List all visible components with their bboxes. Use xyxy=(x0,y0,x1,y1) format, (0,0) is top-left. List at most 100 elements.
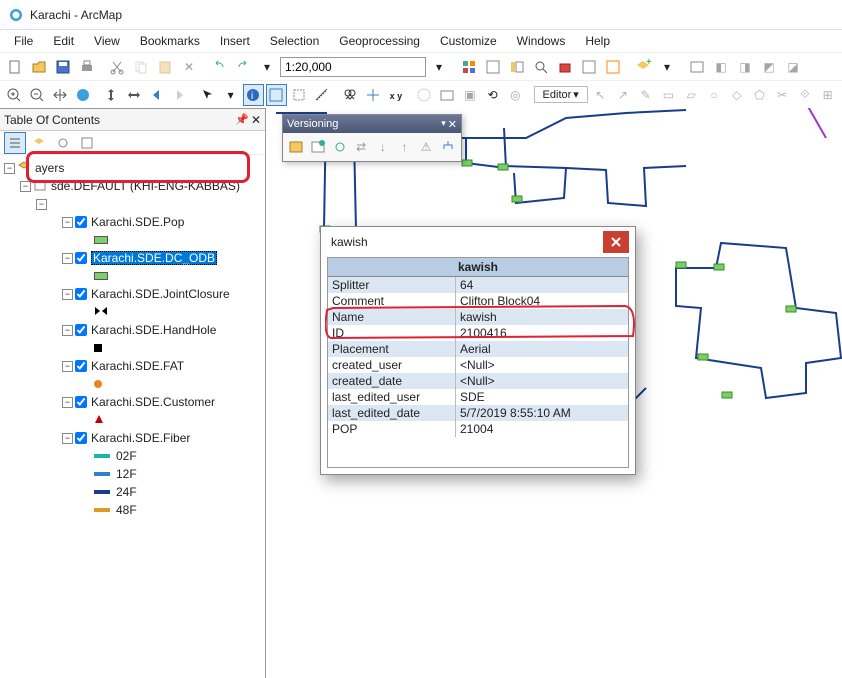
paste-icon[interactable] xyxy=(154,56,176,78)
edit-tool-3-icon[interactable]: ✎ xyxy=(635,84,656,106)
conflict-icon[interactable]: ⚠ xyxy=(417,136,436,158)
collapse-icon[interactable]: − xyxy=(36,199,47,210)
add-data-icon[interactable]: + xyxy=(632,56,654,78)
xy-text-icon[interactable]: x y xyxy=(386,84,407,106)
toolbox-icon[interactable] xyxy=(482,56,504,78)
menu-edit[interactable]: Edit xyxy=(43,32,84,50)
collapse-icon[interactable]: − xyxy=(62,361,73,372)
change-version-icon[interactable]: ⇄ xyxy=(352,136,371,158)
fixed-zoom-in-icon[interactable] xyxy=(101,84,122,106)
toolbar-options-icon[interactable]: ▾ xyxy=(441,118,446,131)
list-by-selection-icon[interactable] xyxy=(76,132,98,154)
catalog-icon[interactable] xyxy=(506,56,528,78)
collapse-icon[interactable]: − xyxy=(20,181,31,192)
python-icon[interactable] xyxy=(578,56,600,78)
edit-tool-2-icon[interactable]: ↗ xyxy=(613,84,634,106)
select-tool-icon[interactable] xyxy=(198,84,219,106)
misc-6-icon[interactable]: ◎ xyxy=(505,84,526,106)
collapse-icon[interactable]: − xyxy=(62,289,73,300)
close-button[interactable] xyxy=(603,231,629,253)
edit-tool-8-icon[interactable]: ⬠ xyxy=(749,84,770,106)
dataframe-label[interactable]: ayers xyxy=(35,161,64,175)
version-tree-icon[interactable] xyxy=(438,136,457,158)
list-by-drawing-icon[interactable] xyxy=(4,132,26,154)
add-data-dd-icon[interactable]: ▾ xyxy=(656,56,678,78)
reconcile-icon[interactable]: ↓ xyxy=(374,136,393,158)
save-icon[interactable] xyxy=(52,56,74,78)
pin-icon[interactable]: 📌 xyxy=(235,113,249,127)
layer-visibility-checkbox[interactable] xyxy=(75,360,87,372)
pan-icon[interactable] xyxy=(50,84,71,106)
layer-visibility-checkbox[interactable] xyxy=(75,216,87,228)
misc-4-icon[interactable]: ◪ xyxy=(782,56,804,78)
open-icon[interactable] xyxy=(28,56,50,78)
layer-label[interactable]: Karachi.SDE.Pop xyxy=(91,215,184,229)
dd-icon[interactable]: ▾ xyxy=(220,84,241,106)
edit-tool-5-icon[interactable]: ▱ xyxy=(681,84,702,106)
viewer-icon[interactable]: ▣ xyxy=(460,84,481,106)
identify-window[interactable]: kawish kawish Splitter64CommentClifton B… xyxy=(320,226,636,475)
edit-tool-4-icon[interactable]: ▭ xyxy=(658,84,679,106)
layer-label[interactable]: Karachi.SDE.JointClosure xyxy=(91,287,230,301)
collapse-icon[interactable]: − xyxy=(62,253,73,264)
tbl-icon[interactable] xyxy=(686,56,708,78)
modelbuilder-icon[interactable] xyxy=(602,56,624,78)
layer-visibility-checkbox[interactable] xyxy=(75,396,87,408)
prev-extent-icon[interactable] xyxy=(146,84,167,106)
layer-visibility-checkbox[interactable] xyxy=(75,324,87,336)
undo-icon[interactable] xyxy=(208,56,230,78)
editor-dropdown[interactable]: Editor▾ xyxy=(534,86,588,103)
create-version-icon[interactable] xyxy=(309,136,328,158)
fixed-zoom-out-icon[interactable] xyxy=(124,84,145,106)
next-extent-icon[interactable] xyxy=(169,84,190,106)
identify-icon[interactable]: i xyxy=(243,84,264,106)
version-manager-icon[interactable] xyxy=(287,136,306,158)
zoom-in-icon[interactable] xyxy=(4,84,25,106)
goto-xy-icon[interactable] xyxy=(363,84,384,106)
layer-label[interactable]: Karachi.SDE.DC_ODB xyxy=(91,251,217,265)
layer-label[interactable]: Karachi.SDE.HandHole xyxy=(91,323,216,337)
layer-label[interactable]: Karachi.SDE.FAT xyxy=(91,359,184,373)
collapse-icon[interactable]: − xyxy=(62,397,73,408)
menu-selection[interactable]: Selection xyxy=(260,32,329,50)
edit-tool-11-icon[interactable]: ⊞ xyxy=(817,84,838,106)
collapse-icon[interactable]: − xyxy=(62,433,73,444)
layer-label[interactable]: Karachi.SDE.Fiber xyxy=(91,431,190,445)
refresh-icon[interactable] xyxy=(330,136,349,158)
menu-geoprocessing[interactable]: Geoprocessing xyxy=(329,32,430,50)
collapse-icon[interactable]: − xyxy=(62,325,73,336)
html-popup-icon[interactable] xyxy=(437,84,458,106)
menu-bookmarks[interactable]: Bookmarks xyxy=(130,32,210,50)
post-icon[interactable]: ↑ xyxy=(395,136,414,158)
versioning-toolbar[interactable]: Versioning ▾ ✕ ⇄ ↓ ↑ ⚠ xyxy=(282,114,462,162)
list-by-visibility-icon[interactable] xyxy=(52,132,74,154)
close-icon[interactable]: ✕ xyxy=(448,118,457,131)
clear-selection-icon[interactable] xyxy=(266,84,287,106)
new-doc-icon[interactable] xyxy=(4,56,26,78)
edit-tool-9-icon[interactable]: ✂ xyxy=(772,84,793,106)
select-rect-icon[interactable] xyxy=(289,84,310,106)
measure-icon[interactable] xyxy=(312,84,333,106)
menu-windows[interactable]: Windows xyxy=(507,32,576,50)
layer-visibility-checkbox[interactable] xyxy=(75,432,87,444)
menu-file[interactable]: File xyxy=(4,32,43,50)
search-icon[interactable] xyxy=(530,56,552,78)
arctoolbox-icon[interactable] xyxy=(554,56,576,78)
editor-toolbar-icon[interactable] xyxy=(458,56,480,78)
full-extent-icon[interactable] xyxy=(72,84,93,106)
delete-icon[interactable]: ✕ xyxy=(178,56,200,78)
layer-visibility-checkbox[interactable] xyxy=(75,252,87,264)
list-by-source-icon[interactable] xyxy=(28,132,50,154)
misc-5-icon[interactable]: ⟲ xyxy=(482,84,503,106)
collapse-icon[interactable]: − xyxy=(62,217,73,228)
version-label[interactable]: sde.DEFAULT (KHI-ENG-KABBAS) xyxy=(51,179,240,193)
menu-customize[interactable]: Customize xyxy=(430,32,507,50)
scale-input[interactable] xyxy=(280,57,426,77)
edit-tool-6-icon[interactable]: ○ xyxy=(704,84,725,106)
misc-1-icon[interactable]: ◧ xyxy=(710,56,732,78)
zoom-out-icon[interactable] xyxy=(27,84,48,106)
layer-label[interactable]: Karachi.SDE.Customer xyxy=(91,395,215,409)
menu-help[interactable]: Help xyxy=(575,32,620,50)
menu-insert[interactable]: Insert xyxy=(210,32,260,50)
redo-icon[interactable] xyxy=(232,56,254,78)
